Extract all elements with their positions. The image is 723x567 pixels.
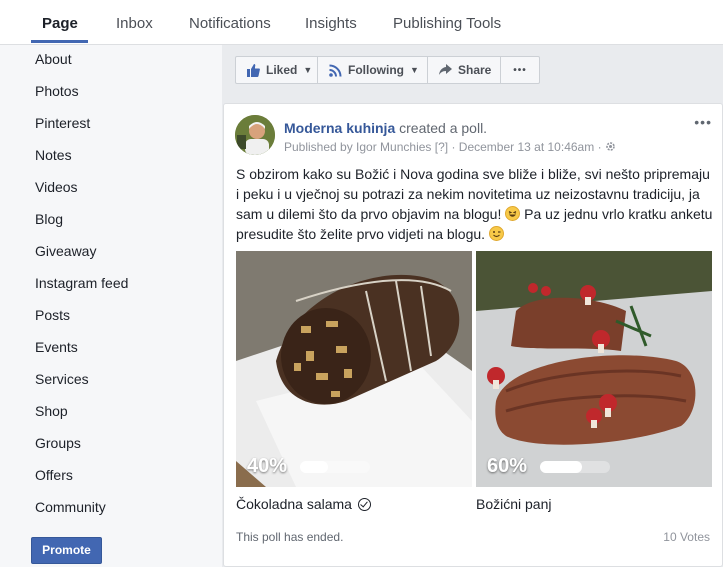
yule-log-photo	[476, 251, 712, 487]
tab-page[interactable]: Page	[42, 15, 78, 32]
sidebar-item-services[interactable]: Services	[35, 371, 89, 387]
poll-status-text: This poll has ended.	[236, 530, 344, 544]
page-sidebar	[0, 45, 222, 567]
tab-inbox[interactable]: Inbox	[116, 15, 153, 32]
share-label: Share	[458, 63, 492, 77]
poll-percent-2: 60%	[487, 455, 528, 477]
sidebar-item-blog[interactable]: Blog	[35, 211, 63, 227]
poll-bar-track-2	[540, 461, 610, 473]
page-action-bar: Liked ▼ Following ▼ Share •••	[235, 56, 540, 84]
sidebar-item-pinterest[interactable]: Pinterest	[35, 115, 90, 131]
rss-icon	[329, 64, 342, 77]
meta-separator: ·	[451, 140, 456, 154]
poll-vote-count[interactable]: 10 Votes	[663, 530, 710, 544]
sidebar-item-shop[interactable]: Shop	[35, 403, 68, 419]
post-date[interactable]: December 13 at 10:46am	[459, 140, 594, 154]
sidebar-item-offers[interactable]: Offers	[35, 467, 73, 483]
poll-option-label-2: Božićni panj	[476, 496, 552, 512]
poll-bar-fill-1	[300, 461, 328, 473]
page-top-nav: Page Inbox Notifications Insights Publis…	[0, 0, 723, 45]
page-more-button[interactable]: •••	[501, 57, 539, 83]
info-mark[interactable]: [?]	[435, 140, 448, 154]
active-tab-indicator	[31, 40, 88, 43]
poll-percent-1: 40%	[247, 455, 288, 477]
poll-option-label-1: Čokoladna salama	[236, 496, 371, 512]
liked-label: Liked	[266, 63, 298, 77]
sidebar-item-instagram-feed[interactable]: Instagram feed	[35, 275, 128, 291]
chocolate-salami-photo	[236, 251, 472, 487]
promote-button[interactable]: Promote	[31, 537, 102, 564]
following-button[interactable]: Following ▼	[318, 57, 428, 83]
liked-button[interactable]: Liked ▼	[236, 57, 318, 83]
tab-insights[interactable]: Insights	[305, 15, 357, 32]
sidebar-item-posts[interactable]: Posts	[35, 307, 70, 323]
share-button[interactable]: Share	[428, 57, 501, 83]
meta-separator: ·	[597, 140, 602, 154]
sidebar-item-giveaway[interactable]: Giveaway	[35, 243, 96, 259]
thumbs-up-icon	[247, 63, 260, 77]
sidebar-item-community[interactable]: Community	[35, 499, 106, 515]
sidebar-item-about[interactable]: About	[35, 51, 72, 67]
tab-publishing-tools[interactable]: Publishing Tools	[393, 15, 501, 32]
liked-caret-icon: ▼	[303, 65, 313, 75]
audience-gear-icon[interactable]	[605, 141, 616, 155]
page-avatar[interactable]	[235, 115, 275, 155]
post-body-text: S obzirom kako su Božić i Nova godina sv…	[236, 164, 716, 244]
following-label: Following	[348, 63, 404, 77]
share-arrow-icon	[439, 64, 452, 76]
post-title: Moderna kuhinja created a poll.	[284, 120, 487, 136]
sidebar-item-notes[interactable]: Notes	[35, 147, 72, 163]
sidebar-item-events[interactable]: Events	[35, 339, 78, 355]
sidebar-item-videos[interactable]: Videos	[35, 179, 78, 195]
poll-bar-fill-2	[540, 461, 582, 473]
published-by-text: Published by Igor Munchies	[284, 140, 432, 154]
poll-bar-track-1	[300, 461, 370, 473]
page-name-link[interactable]: Moderna kuhinja	[284, 120, 395, 136]
post-card: Moderna kuhinja created a poll. Publishe…	[223, 103, 723, 567]
winking-emoji-icon	[488, 226, 504, 241]
sidebar-item-groups[interactable]: Groups	[35, 435, 81, 451]
following-caret-icon: ▼	[410, 65, 419, 75]
tab-notifications[interactable]: Notifications	[189, 15, 271, 32]
post-action-text: created a poll.	[399, 120, 488, 136]
poll-option-text-1: Čokoladna salama	[236, 496, 352, 512]
selected-check-icon	[357, 498, 371, 511]
laughing-emoji-icon	[505, 206, 521, 221]
post-meta: Published by Igor Munchies [?] · Decembe…	[284, 140, 616, 155]
sidebar-item-photos[interactable]: Photos	[35, 83, 79, 99]
poll-option-chocolate-salami[interactable]: 40%	[236, 251, 472, 487]
post-options-button[interactable]: •••	[694, 114, 712, 130]
poll-option-yule-log[interactable]: 60%	[476, 251, 712, 487]
